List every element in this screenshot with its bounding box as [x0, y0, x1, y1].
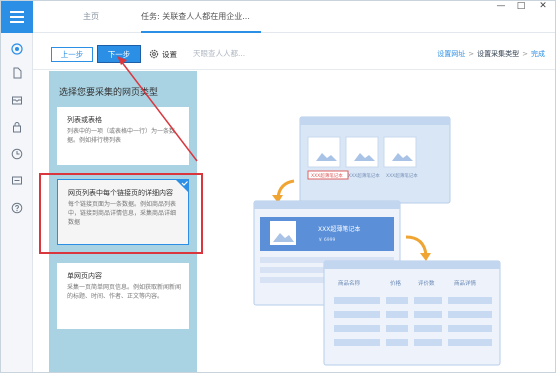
task-name-input[interactable]: 天眼查人人都...	[193, 47, 313, 61]
maximize-button[interactable]: □	[511, 1, 531, 15]
document-icon[interactable]	[11, 67, 23, 79]
flow-arrowhead	[420, 253, 431, 261]
settings-button[interactable]: 设置	[149, 46, 177, 62]
lock-icon[interactable]	[11, 121, 23, 133]
step-separator: >	[468, 50, 475, 58]
help-icon[interactable]	[11, 202, 23, 214]
workflow-illustration: XXX超薄笔记本 XXX超薄笔记本 XXX超薄笔记本 XXX超薄笔记本 ￥ 69…	[253, 116, 501, 366]
close-button[interactable]: ✕	[533, 1, 553, 15]
toolbar: 上一步 下一步 设置 天眼查人人都... 设置网址 > 设置采集类型 > 完成	[33, 34, 555, 70]
table-header: 商品名称	[338, 279, 361, 287]
app-window: 主页 任务: 关联查人人都在用企业... — □ ✕ 上一步 下一步 设置 天眼…	[0, 0, 556, 373]
illustration: XXX超薄笔记本 XXX超薄笔记本 XXX超薄笔记本 XXX超薄笔记本 ￥ 69…	[198, 71, 555, 372]
detail-price: ￥ 6999	[318, 237, 336, 243]
message-icon[interactable]	[11, 175, 23, 187]
next-step-button[interactable]: 下一步	[97, 45, 141, 63]
tab-task-label: 任务: 关联查人人都在用企业...	[141, 12, 250, 21]
add-task-icon[interactable]	[11, 43, 23, 55]
option-list-or-table[interactable]: 列表或表格 列表中的一项（或表格中一行）为一条数据。例如排行榜列表	[57, 107, 189, 165]
prev-step-button[interactable]: 上一步	[51, 47, 93, 62]
step-set-url[interactable]: 设置网址	[437, 50, 465, 58]
inbox-icon[interactable]	[11, 94, 23, 106]
list-page-card: XXX超薄笔记本 XXX超薄笔记本 XXX超薄笔记本	[299, 116, 451, 204]
panel-title: 选择您要采集的网页类型	[59, 88, 159, 98]
table-header: 评价数	[418, 279, 435, 287]
option-single-page[interactable]: 单网页内容 采集一页简单网页信息。例如获取新闻新闻的标题、时间、作者、正文等内容…	[57, 263, 189, 329]
flow-arrow	[405, 235, 428, 256]
clock-icon[interactable]	[11, 148, 23, 160]
table-header: 商品详情	[454, 279, 477, 287]
option-desc: 列表中的一项（或表格中一行）为一条数据。例如排行榜列表	[67, 128, 176, 144]
table-card: 商品名称 价格 评价数 商品详情	[323, 260, 501, 366]
flow-arrow	[276, 179, 295, 198]
tab-home[interactable]: 主页	[83, 1, 99, 33]
detail-title: XXX超薄笔记本	[318, 225, 360, 233]
settings-label: 设置	[162, 49, 177, 59]
step-finish: 完成	[531, 50, 545, 58]
selection-highlight	[39, 173, 203, 254]
menu-icon[interactable]	[1, 1, 33, 33]
option-title: 单网页内容	[67, 272, 102, 280]
list-item-label: XXX超薄笔记本	[386, 172, 418, 179]
step-set-type: 设置采集类型	[477, 50, 520, 58]
left-rail	[1, 1, 33, 372]
option-title: 列表或表格	[67, 116, 102, 124]
option-desc: 采集一页简单网页信息。例如获取新闻新闻的标题、时间、作者、正文等内容。	[67, 284, 182, 300]
title-bar: 主页 任务: 关联查人人都在用企业... — □ ✕	[33, 1, 555, 33]
list-item-label: XXX超薄笔记本	[311, 172, 343, 179]
gear-icon	[149, 49, 159, 59]
table-header: 价格	[390, 279, 402, 287]
list-item-label: XXX超薄笔记本	[348, 172, 380, 179]
minimize-button[interactable]: —	[491, 1, 511, 15]
step-separator: >	[522, 50, 528, 58]
tab-task[interactable]: 任务: 关联查人人都在用企业...	[141, 1, 261, 33]
step-breadcrumb: 设置网址 > 设置采集类型 > 完成	[437, 49, 545, 59]
